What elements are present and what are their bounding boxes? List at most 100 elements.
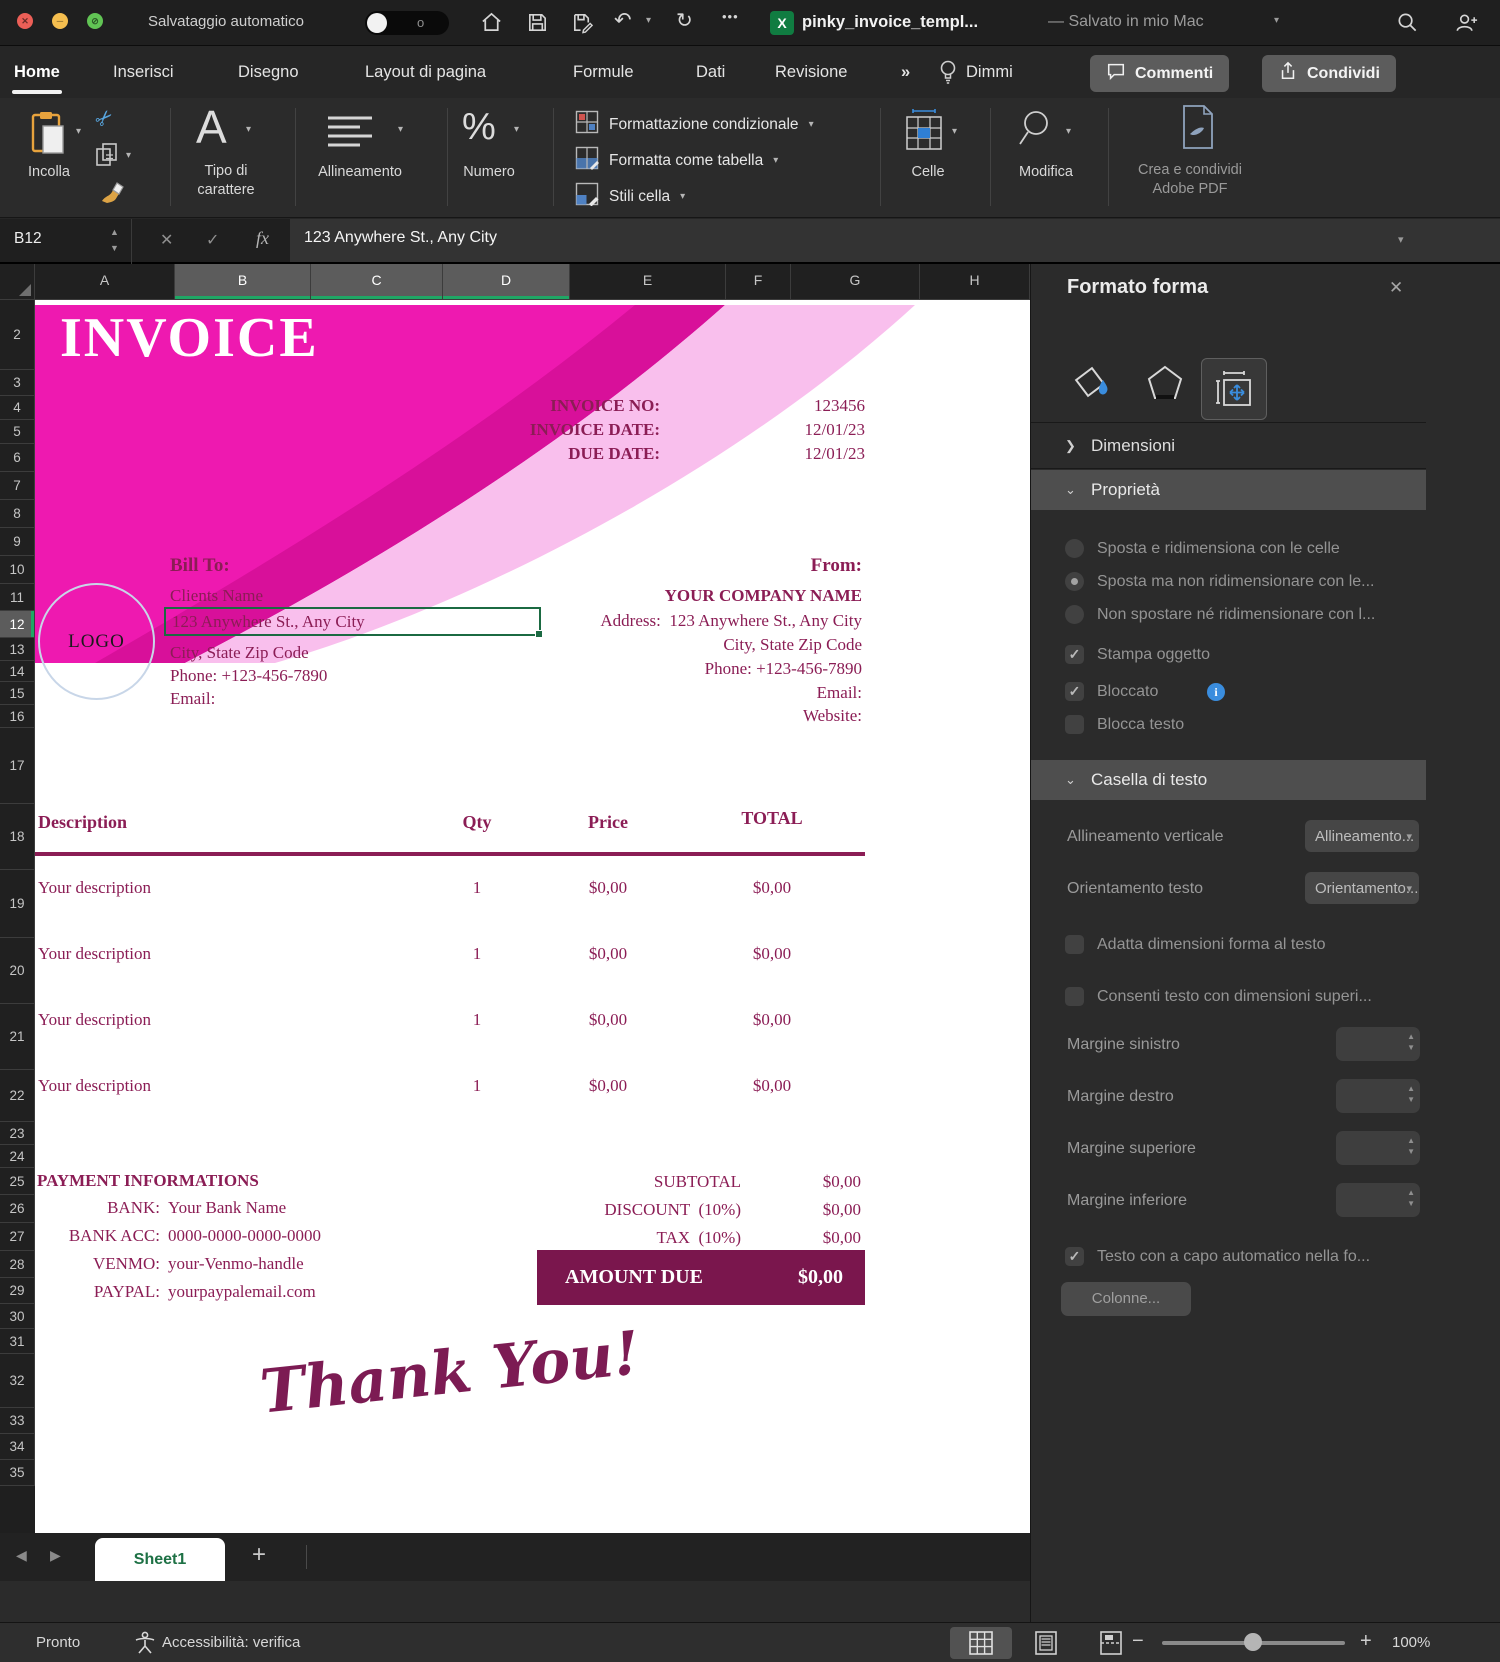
font-dropdown-icon[interactable]: ▾	[246, 124, 251, 135]
more-commands-icon[interactable]: •••	[722, 9, 739, 24]
zoom-window-button[interactable]: ⊘	[87, 13, 103, 29]
row-header[interactable]: 11	[0, 584, 35, 611]
tab-revisione[interactable]: Revisione	[775, 46, 847, 98]
tab-formule[interactable]: Formule	[573, 46, 634, 98]
row-header[interactable]: 21	[0, 1004, 35, 1070]
share-button[interactable]: Condividi	[1262, 55, 1396, 92]
row-header[interactable]: 14	[0, 661, 35, 682]
print-object-checkbox[interactable]	[1065, 645, 1084, 664]
row-header[interactable]: 25	[0, 1168, 35, 1195]
cut-icon[interactable]: ✂	[90, 103, 120, 133]
row-header[interactable]: 30	[0, 1304, 35, 1329]
select-all-corner[interactable]	[0, 264, 35, 300]
tab-overflow-chevrons[interactable]: »	[901, 46, 910, 98]
save-icon[interactable]	[526, 11, 549, 39]
row-header[interactable]: 34	[0, 1434, 35, 1460]
row-header[interactable]: 18	[0, 804, 35, 870]
paste-dropdown-icon[interactable]: ▾	[76, 126, 81, 137]
row-header[interactable]: 3	[0, 370, 35, 396]
zoom-slider-knob[interactable]	[1244, 1633, 1262, 1651]
autosave-toggle[interactable]: o	[365, 11, 449, 35]
row-header[interactable]: 10	[0, 556, 35, 584]
row-header[interactable]: 13	[0, 638, 35, 661]
right-margin-spinner[interactable]: ▲ ▼	[1407, 1083, 1415, 1105]
row-header[interactable]: 32	[0, 1354, 35, 1408]
move-size-with-cells-radio[interactable]	[1065, 539, 1084, 558]
dimensions-section-header[interactable]: ❯ Dimensioni	[1031, 423, 1426, 469]
cells-icon[interactable]	[903, 108, 945, 157]
size-properties-tab[interactable]	[1201, 358, 1267, 420]
prev-sheet-arrow-icon[interactable]: ◀	[16, 1547, 27, 1564]
move-not-size-radio[interactable]	[1065, 572, 1084, 591]
effects-tab-icon[interactable]	[1147, 364, 1183, 407]
row-header[interactable]: 16	[0, 705, 35, 728]
row-header[interactable]: 26	[0, 1195, 35, 1223]
locked-info-icon[interactable]: i	[1207, 683, 1225, 701]
zoom-in-button[interactable]: +	[1360, 1630, 1372, 1653]
insert-function-icon[interactable]: fx	[256, 228, 269, 249]
tell-me-button[interactable]: Dimmi	[966, 46, 1013, 98]
dont-move-size-radio[interactable]	[1065, 605, 1084, 624]
number-format-icon[interactable]: %	[462, 106, 496, 149]
save-status-chevron-icon[interactable]: ▾	[1274, 15, 1279, 26]
column-header[interactable]: C	[311, 264, 443, 300]
copy-dropdown-icon[interactable]: ▾	[126, 150, 131, 161]
format-as-table-button[interactable]: Formatta come tabella ▾	[575, 146, 778, 175]
close-pane-icon[interactable]: ✕	[1389, 278, 1403, 298]
tab-disegno[interactable]: Disegno	[238, 46, 299, 98]
row-header[interactable]: 27	[0, 1223, 35, 1251]
tab-inserisci[interactable]: Inserisci	[113, 46, 174, 98]
zoom-out-button[interactable]: −	[1132, 1630, 1144, 1653]
close-window-button[interactable]: ✕	[17, 13, 33, 29]
row-header[interactable]: 8	[0, 500, 35, 528]
edit-dropdown-icon[interactable]: ▾	[1066, 126, 1071, 137]
fill-line-tab-icon[interactable]	[1074, 364, 1110, 407]
wrap-text-checkbox[interactable]	[1065, 1247, 1084, 1266]
left-margin-field[interactable]: ▲ ▼	[1336, 1027, 1420, 1061]
row-header[interactable]: 4	[0, 396, 35, 420]
save-as-icon[interactable]	[571, 11, 594, 39]
row-header[interactable]: 17	[0, 728, 35, 804]
properties-section-header[interactable]: ⌄ Proprietà	[1031, 470, 1426, 510]
row-header[interactable]: 29	[0, 1278, 35, 1304]
sheet-tab-active[interactable]: Sheet1	[95, 1538, 225, 1581]
columns-button[interactable]: Colonne...	[1061, 1282, 1191, 1316]
column-header[interactable]: D	[443, 264, 570, 300]
copy-icon[interactable]	[94, 142, 120, 173]
allow-text-overflow-checkbox[interactable]	[1065, 987, 1084, 1006]
cancel-entry-icon[interactable]: ✕	[160, 230, 173, 250]
name-box-spinner[interactable]: ▲ ▼	[110, 224, 119, 256]
zoom-level[interactable]: 100%	[1392, 1634, 1430, 1651]
left-margin-spinner[interactable]: ▲ ▼	[1407, 1031, 1415, 1053]
row-header[interactable]: 5	[0, 420, 35, 444]
column-header[interactable]: F	[726, 264, 791, 300]
share-user-icon[interactable]	[1454, 11, 1479, 40]
row-header[interactable]: 23	[0, 1122, 35, 1145]
row-header[interactable]: 7	[0, 472, 35, 500]
cell-styles-button[interactable]: Stili cella ▾	[575, 182, 685, 211]
alignment-dropdown-icon[interactable]: ▾	[398, 124, 403, 135]
column-header[interactable]: G	[791, 264, 920, 300]
edit-icon[interactable]	[1016, 106, 1060, 155]
conditional-formatting-button[interactable]: Formattazione condizionale ▾	[575, 110, 814, 139]
selected-cell-b12[interactable]: 123 Anywhere St., Any City	[164, 607, 541, 636]
row-header[interactable]: 31	[0, 1329, 35, 1354]
document-title[interactable]: pinky_invoice_templ...	[802, 13, 978, 32]
fill-handle[interactable]	[535, 630, 543, 638]
text-orientation-dropdown[interactable]: Orientamento...	[1305, 872, 1419, 904]
row-header[interactable]: 28	[0, 1251, 35, 1278]
comments-button[interactable]: Commenti	[1090, 55, 1230, 92]
format-painter-icon[interactable]	[98, 176, 126, 209]
tab-layout[interactable]: Layout di pagina	[365, 46, 486, 98]
row-header[interactable]: 35	[0, 1460, 35, 1486]
sheet-canvas[interactable]: INVOICE INVOICE NO: 123456 INVOICE DATE: 1…	[35, 300, 1030, 1533]
next-sheet-arrow-icon[interactable]: ▶	[50, 1547, 61, 1564]
home-icon[interactable]	[480, 11, 503, 39]
row-header[interactable]: 12	[0, 611, 35, 638]
lock-text-checkbox[interactable]	[1065, 715, 1084, 734]
row-header[interactable]: 9	[0, 528, 35, 556]
right-margin-field[interactable]: ▲ ▼	[1336, 1079, 1420, 1113]
row-header[interactable]: 20	[0, 938, 35, 1004]
text-box-section-header[interactable]: ⌄ Casella di testo	[1031, 760, 1426, 800]
row-header[interactable]: 24	[0, 1145, 35, 1168]
